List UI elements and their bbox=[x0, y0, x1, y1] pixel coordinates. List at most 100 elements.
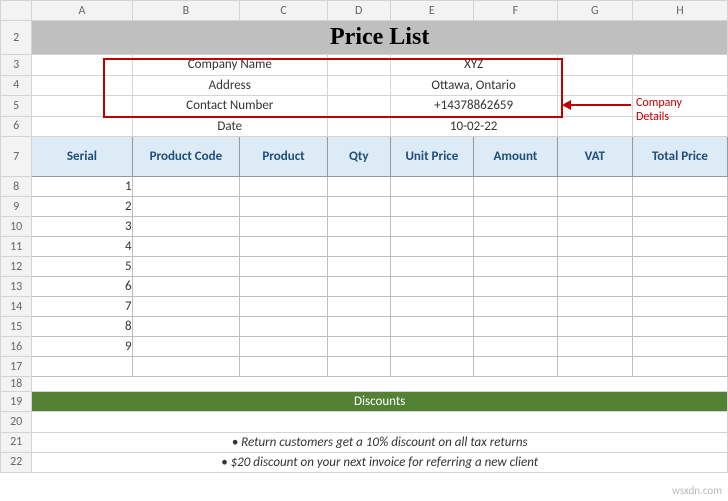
serial-2[interactable]: 2 bbox=[32, 197, 132, 217]
cell-D4[interactable] bbox=[327, 75, 390, 96]
contact-value[interactable]: +14378862659 bbox=[390, 96, 557, 117]
cell-H12[interactable] bbox=[632, 257, 727, 277]
serial-9[interactable]: 9 bbox=[32, 337, 132, 357]
cell-E14[interactable] bbox=[390, 297, 474, 317]
header-serial[interactable]: Serial bbox=[32, 137, 132, 177]
cell-F9[interactable] bbox=[474, 197, 558, 217]
cell-F14[interactable] bbox=[474, 297, 558, 317]
cell-F12[interactable] bbox=[474, 257, 558, 277]
cell-G8[interactable] bbox=[557, 177, 632, 197]
cell-G4[interactable] bbox=[557, 75, 632, 96]
row-header-17[interactable]: 17 bbox=[1, 357, 32, 377]
cell-H3[interactable] bbox=[632, 55, 727, 76]
cell-F16[interactable] bbox=[474, 337, 558, 357]
select-all-cell[interactable] bbox=[1, 1, 32, 21]
header-total[interactable]: Total Price bbox=[632, 137, 727, 177]
cell-G15[interactable] bbox=[557, 317, 632, 337]
row-header-10[interactable]: 10 bbox=[1, 217, 32, 237]
cell-H13[interactable] bbox=[632, 277, 727, 297]
cell-G16[interactable] bbox=[557, 337, 632, 357]
row-header-12[interactable]: 12 bbox=[1, 257, 32, 277]
header-unit[interactable]: Unit Price bbox=[390, 137, 474, 177]
contact-label[interactable]: Contact Number bbox=[132, 96, 327, 117]
cell-F15[interactable] bbox=[474, 317, 558, 337]
col-header-D[interactable]: D bbox=[327, 1, 390, 21]
cell-A17[interactable] bbox=[32, 357, 132, 377]
row-header-16[interactable]: 16 bbox=[1, 337, 32, 357]
date-value[interactable]: 10-02-22 bbox=[390, 116, 557, 137]
col-header-C[interactable]: C bbox=[240, 1, 328, 21]
cell-F13[interactable] bbox=[474, 277, 558, 297]
cell-B17[interactable] bbox=[132, 357, 240, 377]
cell-G9[interactable] bbox=[557, 197, 632, 217]
cell-A20[interactable] bbox=[32, 412, 728, 433]
row-header-20[interactable]: 20 bbox=[1, 412, 32, 433]
cell-C10[interactable] bbox=[240, 217, 328, 237]
cell-D12[interactable] bbox=[327, 257, 390, 277]
serial-1[interactable]: 1 bbox=[32, 177, 132, 197]
cell-D15[interactable] bbox=[327, 317, 390, 337]
cell-G12[interactable] bbox=[557, 257, 632, 277]
cell-A6[interactable] bbox=[32, 116, 132, 137]
cell-G3[interactable] bbox=[557, 55, 632, 76]
cell-D3[interactable] bbox=[327, 55, 390, 76]
cell-F11[interactable] bbox=[474, 237, 558, 257]
col-header-E[interactable]: E bbox=[390, 1, 474, 21]
discounts-header[interactable]: Discounts bbox=[32, 392, 728, 412]
cell-A5[interactable] bbox=[32, 96, 132, 117]
cell-D10[interactable] bbox=[327, 217, 390, 237]
cell-G13[interactable] bbox=[557, 277, 632, 297]
row-header-11[interactable]: 11 bbox=[1, 237, 32, 257]
cell-A18[interactable] bbox=[32, 377, 728, 392]
cell-B10[interactable] bbox=[132, 217, 240, 237]
date-label[interactable]: Date bbox=[132, 116, 327, 137]
cell-F10[interactable] bbox=[474, 217, 558, 237]
discount-line-2[interactable]: • $20 discount on your next invoice for … bbox=[32, 452, 728, 472]
row-header-6[interactable]: 6 bbox=[1, 116, 32, 137]
header-product[interactable]: Product bbox=[240, 137, 328, 177]
row-header-15[interactable]: 15 bbox=[1, 317, 32, 337]
row-header-18[interactable]: 18 bbox=[1, 377, 32, 392]
cell-B12[interactable] bbox=[132, 257, 240, 277]
cell-B16[interactable] bbox=[132, 337, 240, 357]
cell-C12[interactable] bbox=[240, 257, 328, 277]
cell-D14[interactable] bbox=[327, 297, 390, 317]
cell-D13[interactable] bbox=[327, 277, 390, 297]
cell-D11[interactable] bbox=[327, 237, 390, 257]
serial-8[interactable]: 8 bbox=[32, 317, 132, 337]
cell-A3[interactable] bbox=[32, 55, 132, 76]
col-header-H[interactable]: H bbox=[632, 1, 727, 21]
serial-3[interactable]: 3 bbox=[32, 217, 132, 237]
cell-B14[interactable] bbox=[132, 297, 240, 317]
header-amount[interactable]: Amount bbox=[474, 137, 558, 177]
serial-7[interactable]: 7 bbox=[32, 297, 132, 317]
row-header-19[interactable]: 19 bbox=[1, 392, 32, 412]
cell-C14[interactable] bbox=[240, 297, 328, 317]
cell-E13[interactable] bbox=[390, 277, 474, 297]
cell-D16[interactable] bbox=[327, 337, 390, 357]
cell-G17[interactable] bbox=[557, 357, 632, 377]
cell-D17[interactable] bbox=[327, 357, 390, 377]
cell-H9[interactable] bbox=[632, 197, 727, 217]
row-header-2[interactable]: 2 bbox=[1, 21, 32, 55]
cell-D8[interactable] bbox=[327, 177, 390, 197]
header-code[interactable]: Product Code bbox=[132, 137, 240, 177]
cell-D9[interactable] bbox=[327, 197, 390, 217]
cell-E12[interactable] bbox=[390, 257, 474, 277]
serial-6[interactable]: 6 bbox=[32, 277, 132, 297]
cell-C15[interactable] bbox=[240, 317, 328, 337]
cell-C9[interactable] bbox=[240, 197, 328, 217]
cell-C11[interactable] bbox=[240, 237, 328, 257]
company-name-label[interactable]: Company Name bbox=[132, 55, 327, 76]
cell-C17[interactable] bbox=[240, 357, 328, 377]
cell-C8[interactable] bbox=[240, 177, 328, 197]
cell-H4[interactable] bbox=[632, 75, 727, 96]
cell-D6[interactable] bbox=[327, 116, 390, 137]
col-header-G[interactable]: G bbox=[557, 1, 632, 21]
cell-H8[interactable] bbox=[632, 177, 727, 197]
cell-A4[interactable] bbox=[32, 75, 132, 96]
cell-G10[interactable] bbox=[557, 217, 632, 237]
header-vat[interactable]: VAT bbox=[557, 137, 632, 177]
address-label[interactable]: Address bbox=[132, 75, 327, 96]
cell-H14[interactable] bbox=[632, 297, 727, 317]
